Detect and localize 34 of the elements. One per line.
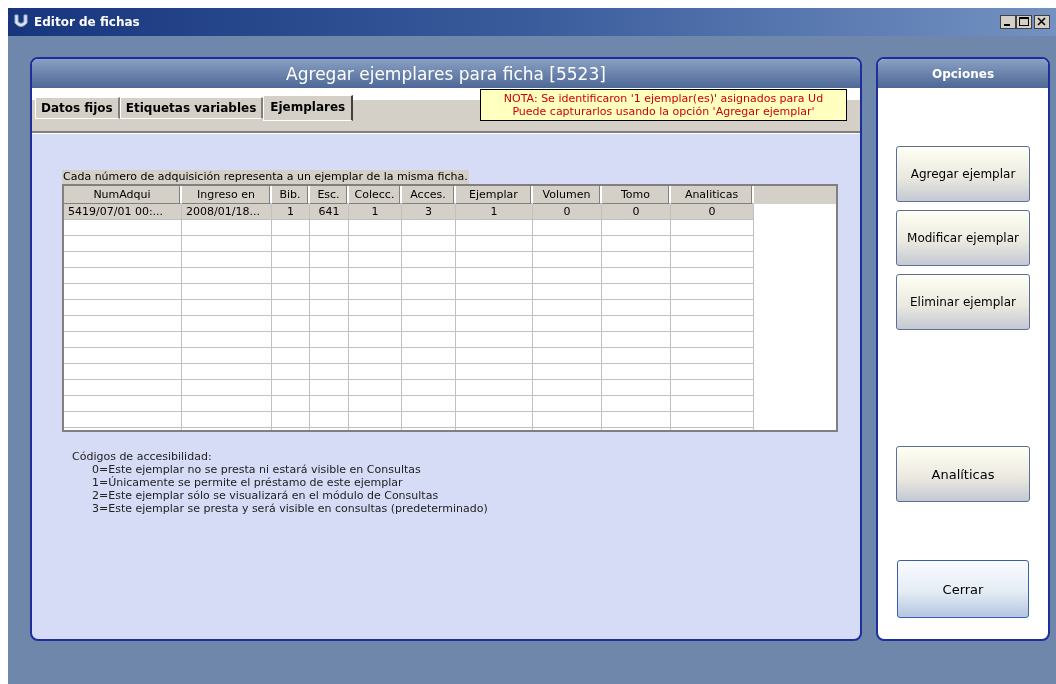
table-cell: 3 [402,204,456,220]
table-cell: 1 [272,204,310,220]
table-row[interactable]: 5419/07/01 00:... 2008/01/18... 1 641 1 3 1 0 0 0 [64,204,754,220]
legend-item: 1=Únicamente se permite el préstamo de este ejemplar [91,476,404,489]
table-cell: 5419/07/01 00:... [64,204,182,220]
tab[interactable]: Datos fijos [35,97,120,119]
table-caption: Cada número de adquisición representa a un ejemplar de la misma ficha. [62,170,469,184]
table-cell: 641 [310,204,349,220]
action-button[interactable]: Agregar ejemplar [896,146,1030,202]
tab[interactable]: Ejemplares [263,95,354,121]
analytics-button[interactable]: Analíticas [896,446,1030,502]
close-button[interactable]: Cerrar [897,560,1029,618]
options-title: Opciones [878,59,1048,88]
table-cell: 1 [349,204,402,220]
note-text: NOTA: Se identificaron '1 ejemplar(es)' asignados para Ud [502,92,825,105]
action-button[interactable]: Modificar ejemplar [896,210,1030,266]
note-text: Puede capturarlos usando la opción 'Agregar ejemplar' [511,105,816,118]
table-cell: 0 [533,204,602,220]
legend-item: 2=Este ejemplar sólo se visualizará en el módulo de Consultas [91,489,440,502]
legend-item: 0=Este ejemplar no se presta ni estará visible en Consultas [91,463,422,476]
app-icon [14,14,28,30]
table-cell: 0 [671,204,754,220]
table-cell: 1 [456,204,533,220]
window-title: Editor de fichas [34,15,140,29]
table-cell: 2008/01/18... [182,204,272,220]
maximize-icon[interactable] [1016,15,1032,29]
panel-title: Agregar ejemplares para ficha [5523] [32,59,860,88]
close-icon[interactable] [1034,15,1050,29]
minimize-icon[interactable] [1000,15,1016,29]
legend-title: Códigos de accesibilidad: [72,450,213,463]
table-cell: 0 [602,204,671,220]
tab[interactable]: Etiquetas variables [119,97,264,119]
action-button[interactable]: Eliminar ejemplar [896,274,1030,330]
legend-item: 3=Este ejemplar se presta y será visible en consultas (predeterminado) [91,502,488,515]
